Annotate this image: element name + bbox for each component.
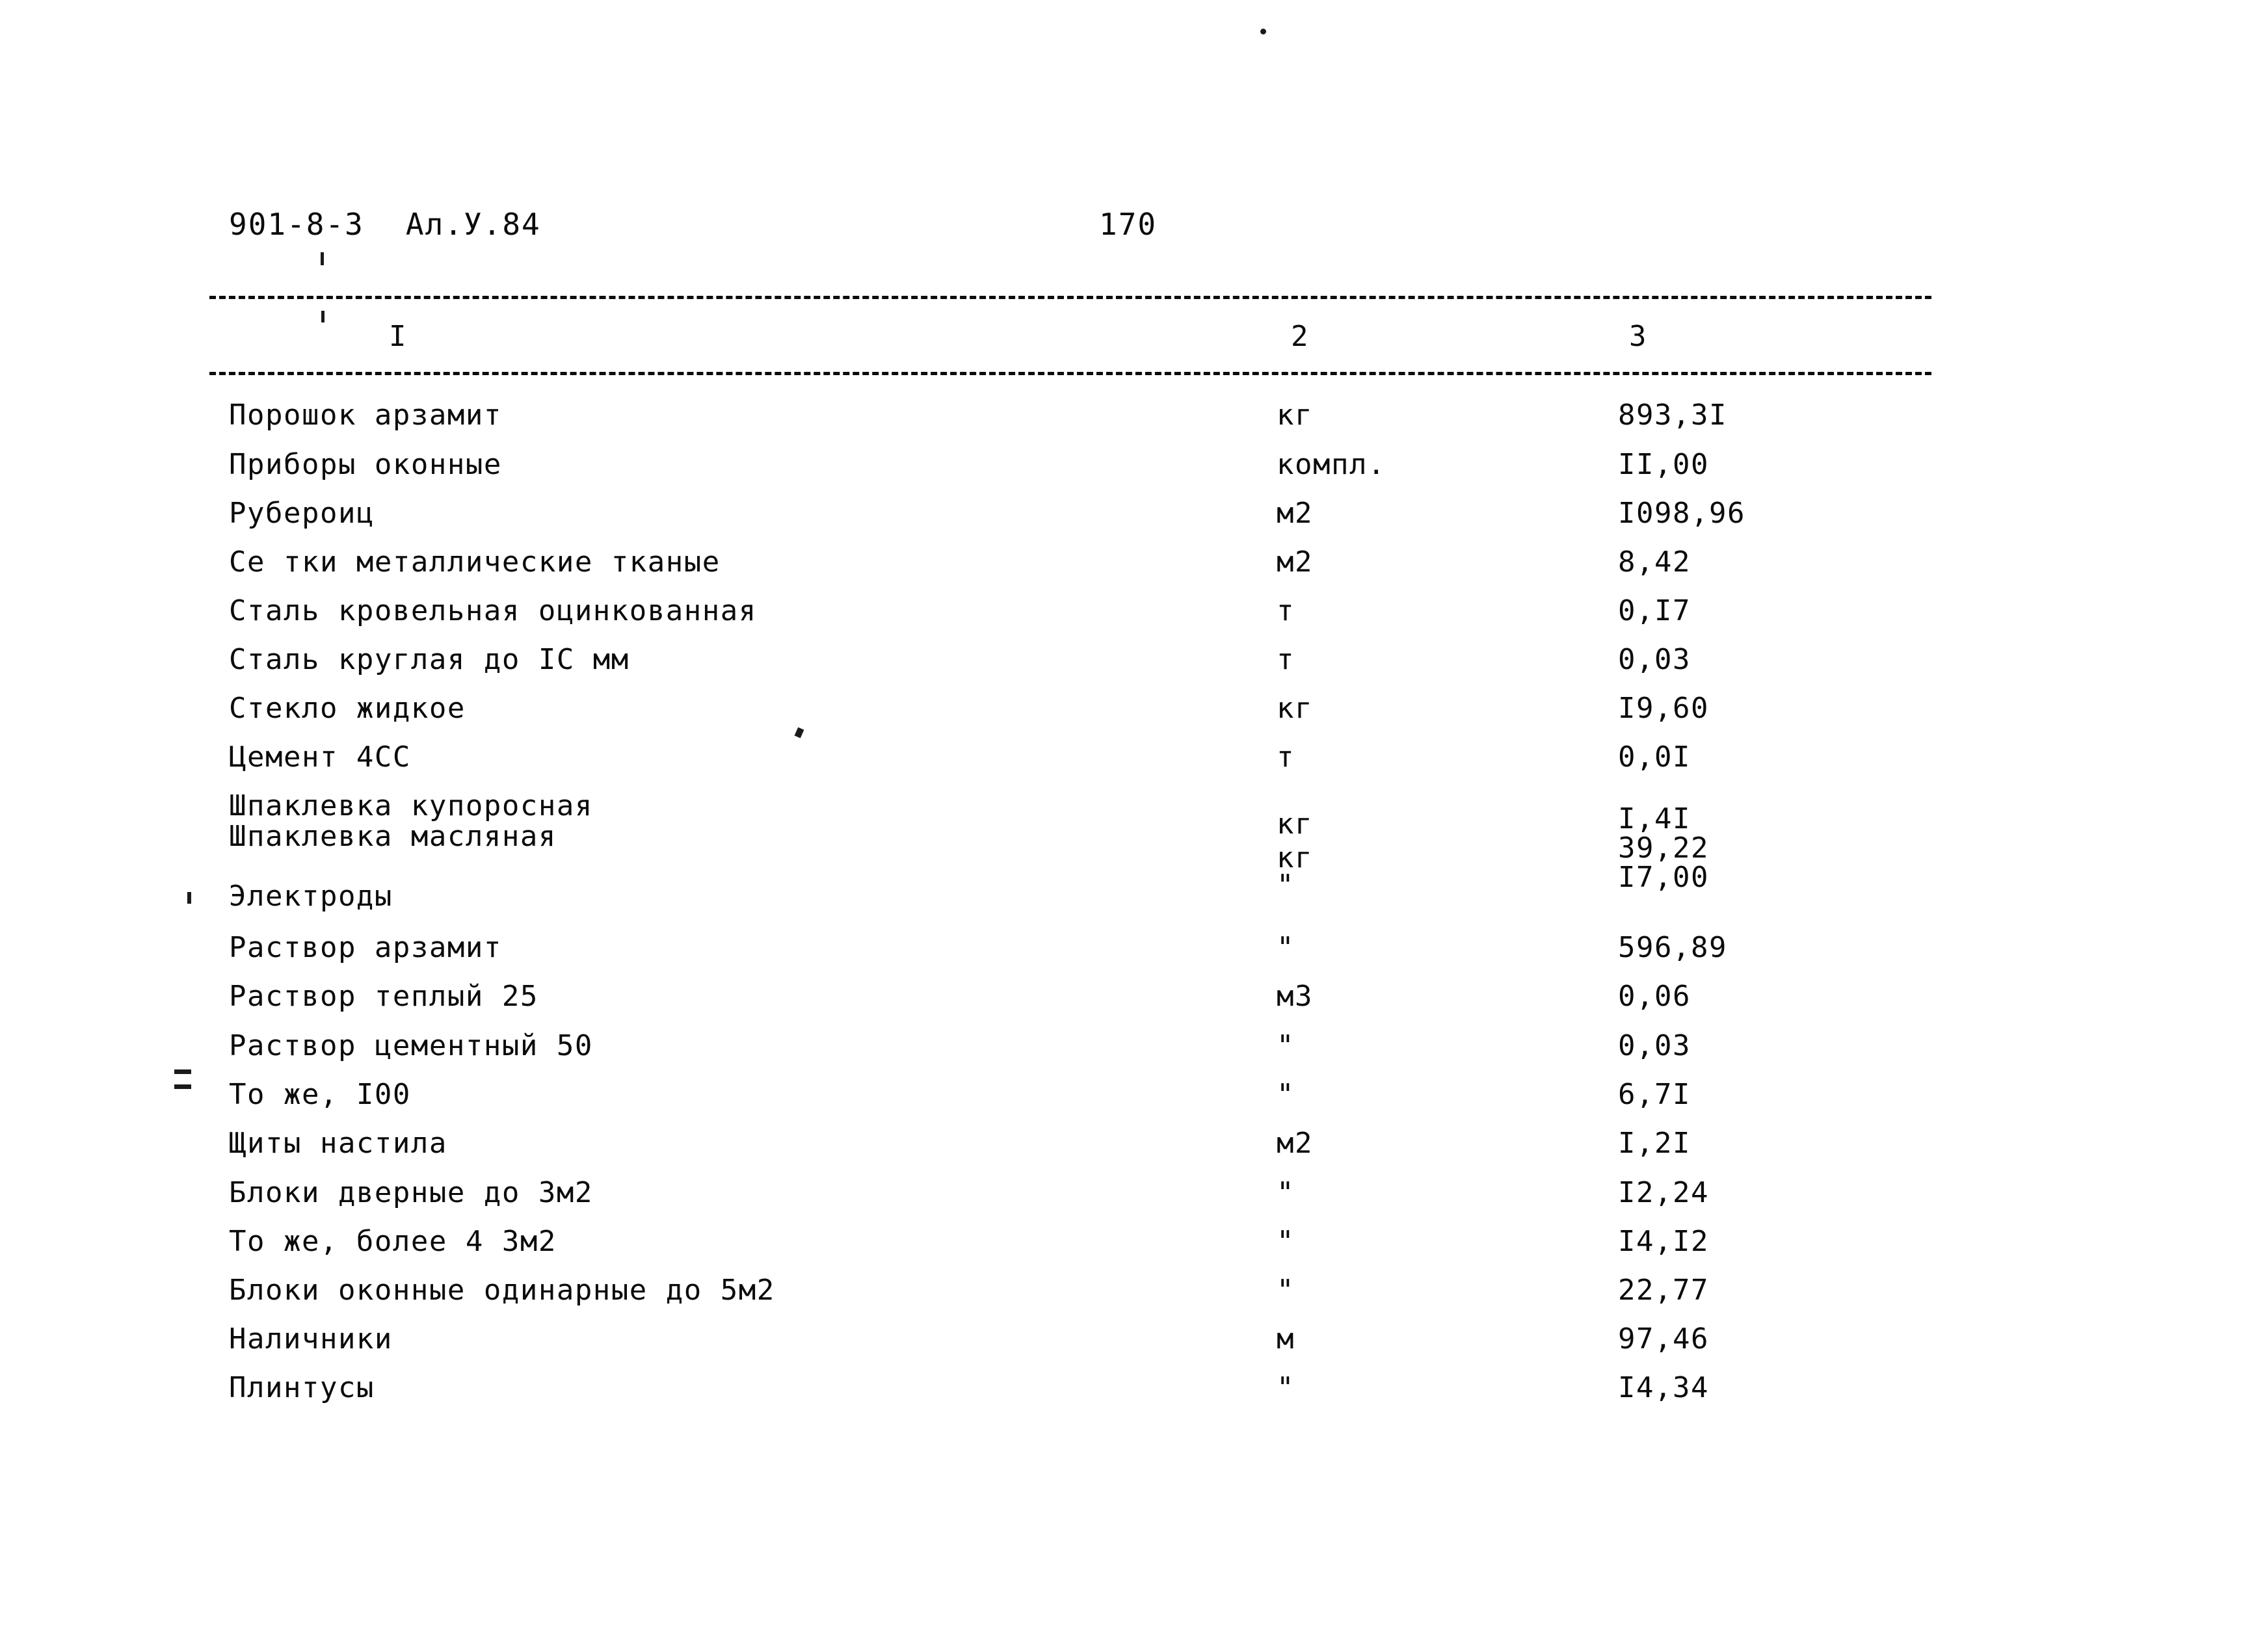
table-cell-name: Цемент 4CC <box>229 741 411 774</box>
table-cell-unit: " <box>1277 869 1295 902</box>
table-cell-unit: компл. <box>1277 448 1386 481</box>
table-cell-name: Рубероиц <box>229 497 375 530</box>
table-cell-value: 0,I7 <box>1618 594 1691 627</box>
table-cell-name: Стекло жидкое <box>229 692 466 725</box>
table-cell-value: 22,77 <box>1618 1274 1709 1307</box>
table-cell-value: 8,42 <box>1618 545 1691 579</box>
table-cell-name: Плинтусы <box>229 1371 375 1404</box>
table-cell-unit: " <box>1277 1078 1295 1111</box>
table-cell-name: То же, I00 <box>229 1078 411 1111</box>
table-cell-name: Блоки оконные одинарные до 5м2 <box>229 1274 775 1307</box>
table-cell-name: То же, более 4 3м2 <box>229 1225 557 1258</box>
table-cell-name: Блоки дверные до 3м2 <box>229 1176 593 1209</box>
table-cell-unit: кг <box>1277 807 1313 841</box>
table-cell-name: Порошок арзамит <box>229 399 502 432</box>
table-cell-name: Раствор цементный 50 <box>229 1029 593 1062</box>
table-cell-unit: т <box>1277 643 1295 676</box>
table-cell-unit: " <box>1277 1371 1295 1404</box>
table-cell-unit: кг <box>1277 399 1313 432</box>
table-body: Порошок арзамит кг 893,3I Приборы оконные ко… <box>0 0 2267 1652</box>
table-cell-name: Шпаклевка масляная <box>229 820 557 853</box>
table-cell-value: I4,34 <box>1618 1371 1709 1404</box>
table-cell-unit: " <box>1277 1029 1295 1062</box>
table-cell-value: 0,03 <box>1618 1029 1691 1062</box>
table-cell-unit: м2 <box>1277 497 1313 530</box>
table-cell-unit: кг <box>1277 692 1313 725</box>
table-cell-value: I,4I <box>1618 802 1691 835</box>
table-cell-unit: " <box>1277 1225 1295 1258</box>
table-cell-value: 6,7I <box>1618 1078 1691 1111</box>
table-cell-name: Раствор теплый 25 <box>229 980 538 1013</box>
table-cell-name: Электроды <box>229 880 393 913</box>
table-cell-name: Шпаклевка купоросная <box>229 789 593 822</box>
table-cell-unit: м3 <box>1277 980 1313 1013</box>
table-cell-unit: м2 <box>1277 545 1313 579</box>
table-cell-name: Щиты настила <box>229 1127 447 1160</box>
table-cell-name: Сталь кровельная оцинкованная <box>229 594 757 627</box>
table-cell-name: Наличники <box>229 1322 393 1356</box>
table-cell-value: I2,24 <box>1618 1176 1709 1209</box>
table-cell-value: 0,06 <box>1618 980 1691 1013</box>
table-cell-value: 596,89 <box>1618 931 1727 964</box>
table-cell-name: Раствор арзамит <box>229 931 502 964</box>
table-cell-unit: " <box>1277 931 1295 964</box>
table-cell-value: I4,I2 <box>1618 1225 1709 1258</box>
table-cell-unit: " <box>1277 1176 1295 1209</box>
scanned-document-page: 901-8-3 Ал.У.84 170 I 2 3 Порошок арзамит… <box>0 0 2267 1652</box>
table-cell-value: 893,3I <box>1618 399 1727 432</box>
table-cell-value: I098,96 <box>1618 497 1745 530</box>
table-cell-value: 0,0I <box>1618 741 1691 774</box>
table-cell-name: Се тки металлические тканые <box>229 545 721 579</box>
table-cell-name: Сталь круглая до IC мм <box>229 643 630 676</box>
table-cell-value: 0,03 <box>1618 643 1691 676</box>
table-cell-value: I9,60 <box>1618 692 1709 725</box>
table-cell-value: 39,22 <box>1618 832 1709 865</box>
table-cell-unit: м <box>1277 1322 1295 1356</box>
table-cell-unit: т <box>1277 594 1295 627</box>
table-cell-value: 97,46 <box>1618 1322 1709 1356</box>
table-cell-value: I,2I <box>1618 1127 1691 1160</box>
table-cell-value: I7,00 <box>1618 861 1709 894</box>
table-cell-name: Приборы оконные <box>229 448 502 481</box>
table-cell-unit: м2 <box>1277 1127 1313 1160</box>
table-cell-value: II,00 <box>1618 448 1709 481</box>
table-cell-unit: " <box>1277 1274 1295 1307</box>
table-cell-unit: т <box>1277 741 1295 774</box>
